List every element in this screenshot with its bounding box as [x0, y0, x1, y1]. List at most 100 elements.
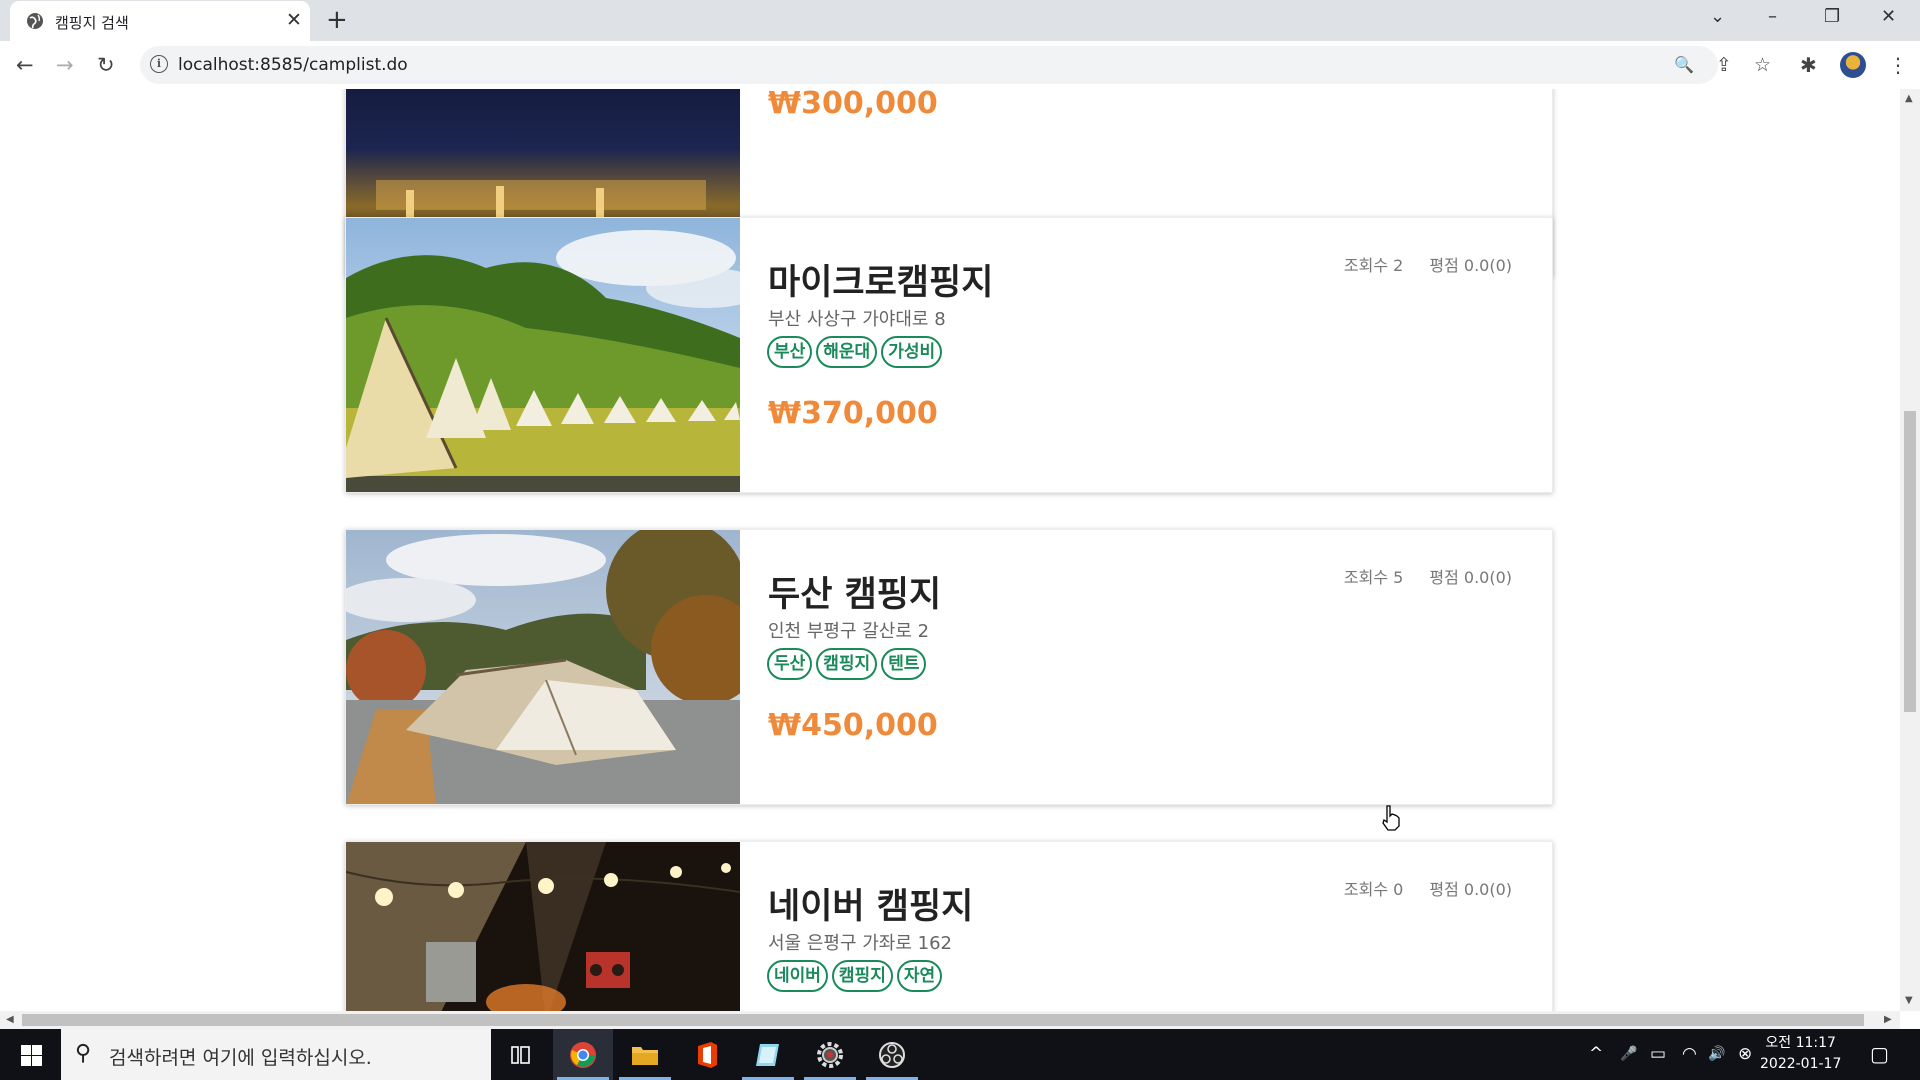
network-error-icon[interactable]: ⊗ [1738, 1044, 1752, 1064]
camp-thumbnail[interactable] [346, 842, 740, 1011]
back-icon[interactable]: ← [16, 52, 34, 78]
browser-toolbar: ← → ↻ i localhost:8585/camplist.do 🔍 ⇪ ☆… [0, 41, 1920, 90]
glamping-tents-image [346, 218, 740, 492]
close-window-icon[interactable]: ✕ [1881, 6, 1896, 28]
camp-thumbnail[interactable] [346, 218, 740, 492]
camp-tag[interactable]: 캠핑지 [816, 648, 878, 680]
obs-icon [879, 1042, 905, 1068]
camp-card[interactable]: 마이크로캠핑지 부산 사상구 가야대로 8 부산 해운대 가성비 ₩370,00… [345, 217, 1553, 493]
camp-card[interactable]: 네이버 캠핑지 서울 은평구 가좌로 162 네이버 캠핑지 자연 조회수 0 평… [345, 841, 1553, 1011]
camp-tag[interactable]: 부산 [767, 336, 813, 368]
browser-tab[interactable]: 캠핑지 검색 ✕ [10, 1, 310, 41]
rating: 평점 0.0(0) [1429, 256, 1512, 275]
camp-address: 인천 부평구 갈산로 2 [768, 621, 930, 642]
camp-tag[interactable]: 자연 [896, 960, 943, 992]
task-view-button[interactable] [490, 1029, 550, 1080]
camp-tags: 부산 해운대 가성비 [767, 336, 943, 368]
wifi-icon[interactable]: ◠ [1682, 1044, 1697, 1064]
reload-icon[interactable]: ↻ [97, 52, 115, 78]
camp-tags: 두산 캠핑지 텐트 [767, 648, 927, 680]
zoom-icon[interactable]: 🔍 [1674, 54, 1694, 76]
camp-tag[interactable]: 가성비 [881, 336, 943, 368]
volume-icon[interactable]: 🔊 [1708, 1044, 1725, 1064]
camp-tags: 네이버 캠핑지 자연 [767, 960, 943, 992]
tab-search-icon[interactable]: ⌄ [1710, 6, 1725, 28]
restore-icon[interactable]: ❐ [1824, 6, 1840, 28]
windows-taskbar: ⚲ 검색하려면 여기에 입력하십시오. ^ 🎤 ▭ ◠ 🔊 ⊗ 오전 11:17… [0, 1029, 1920, 1080]
address-bar[interactable]: i localhost:8585/camplist.do 🔍 ⇪ ☆ [140, 46, 1771, 84]
share-icon[interactable]: ⇪ [1716, 54, 1732, 76]
camp-card[interactable]: 두산 캠핑지 인천 부평구 갈산로 2 두산 캠핑지 텐트 ₩450,000 조… [345, 529, 1553, 805]
extensions-icon[interactable]: ✱ [1800, 52, 1817, 78]
rating: 평점 0.0(0) [1429, 880, 1512, 899]
tab-title: 캠핑지 검색 [55, 14, 129, 32]
notes-icon [756, 1044, 779, 1066]
gear-icon [817, 1042, 843, 1068]
view-count: 조회수 5 [1343, 568, 1404, 587]
view-count: 조회수 0 [1343, 880, 1404, 899]
clock-time: 오전 11:17 [1765, 1035, 1836, 1051]
camp-meta: 조회수 2 평점 0.0(0) [1318, 252, 1512, 276]
taskbar-file-explorer[interactable] [615, 1029, 675, 1080]
camp-price: ₩300,000 [768, 89, 938, 121]
vertical-scrollbar[interactable]: ▲ ▼ [1900, 89, 1920, 1011]
view-count: 조회수 2 [1343, 256, 1404, 275]
horizontal-scrollbar[interactable]: ◀ ▶ [0, 1011, 1900, 1029]
browser-menu-icon[interactable]: ⋮ [1888, 52, 1908, 78]
camp-tag[interactable]: 텐트 [881, 648, 927, 680]
profile-avatar[interactable] [1840, 52, 1866, 78]
tab-close-icon[interactable]: ✕ [286, 9, 302, 31]
camp-name[interactable]: 두산 캠핑지 [768, 566, 941, 617]
taskbar-obs-app[interactable] [862, 1029, 922, 1080]
tray-overflow-icon[interactable]: ^ [1589, 1044, 1603, 1064]
forward-icon[interactable]: → [56, 52, 74, 78]
taskbar-settings-app[interactable] [800, 1029, 860, 1080]
scroll-down-icon[interactable]: ▼ [1905, 995, 1913, 1007]
hand-cursor-icon [1382, 805, 1400, 831]
bookmark-star-icon[interactable]: ☆ [1754, 54, 1771, 76]
url-text: localhost:8585/camplist.do [178, 55, 408, 75]
clock-date: 2022-01-17 [1760, 1056, 1842, 1072]
battery-icon[interactable]: ▭ [1650, 1044, 1666, 1064]
office-icon [698, 1042, 717, 1068]
vertical-scroll-thumb[interactable] [1904, 411, 1916, 712]
camp-name[interactable]: 네이버 캠핑지 [768, 878, 973, 929]
scroll-left-icon[interactable]: ◀ [6, 1014, 14, 1026]
night-tent-lights-image [346, 842, 740, 1011]
camp-tag[interactable]: 캠핑지 [831, 960, 893, 992]
camp-price: ₩370,000 [768, 396, 938, 431]
taskbar-office[interactable] [677, 1029, 737, 1080]
minimize-icon[interactable]: – [1768, 6, 1777, 28]
taskbar-chrome[interactable] [553, 1029, 613, 1080]
rating: 평점 0.0(0) [1429, 568, 1512, 587]
horizontal-scroll-thumb[interactable] [22, 1014, 1864, 1026]
notification-icon[interactable]: ▢ [1870, 1044, 1889, 1064]
camp-tag[interactable]: 네이버 [767, 960, 828, 992]
globe-icon [27, 13, 43, 29]
search-icon: ⚲ [75, 1041, 92, 1066]
page-viewport: ₩300,000 마이크로캠핑지 부산 사상구 가야대로 8 부산 해운대 가성… [0, 89, 1900, 1011]
camp-meta: 조회수 0 평점 0.0(0) [1318, 876, 1512, 900]
microphone-icon[interactable]: 🎤 [1620, 1044, 1637, 1064]
camp-name[interactable]: 마이크로캠핑지 [768, 254, 993, 305]
scroll-up-icon[interactable]: ▲ [1905, 93, 1913, 105]
camp-tag[interactable]: 해운대 [816, 336, 878, 368]
camp-address: 서울 은평구 가좌로 162 [768, 933, 953, 954]
camp-price: ₩450,000 [768, 708, 938, 743]
autumn-tent-image [346, 530, 740, 804]
camp-meta: 조회수 5 평점 0.0(0) [1318, 564, 1512, 588]
new-tab-icon[interactable]: + [326, 5, 348, 35]
taskbar-notes-app[interactable] [738, 1029, 798, 1080]
taskbar-search[interactable]: ⚲ 검색하려면 여기에 입력하십시오. [61, 1029, 491, 1080]
chrome-icon [570, 1042, 596, 1068]
taskbar-clock[interactable]: 오전 11:17 2022-01-17 [1760, 1033, 1841, 1075]
site-info-icon[interactable]: i [150, 55, 168, 73]
windows-start-icon[interactable] [21, 1045, 42, 1066]
camp-tag[interactable]: 두산 [767, 648, 813, 680]
camp-address: 부산 사상구 가야대로 8 [768, 309, 946, 330]
tab-strip: 캠핑지 검색 ✕ + ⌄ – ❐ ✕ [0, 0, 1920, 41]
camp-thumbnail[interactable] [346, 530, 740, 804]
scroll-right-icon[interactable]: ▶ [1884, 1014, 1892, 1026]
folder-icon [632, 1047, 658, 1065]
task-view-icon [511, 1046, 530, 1064]
